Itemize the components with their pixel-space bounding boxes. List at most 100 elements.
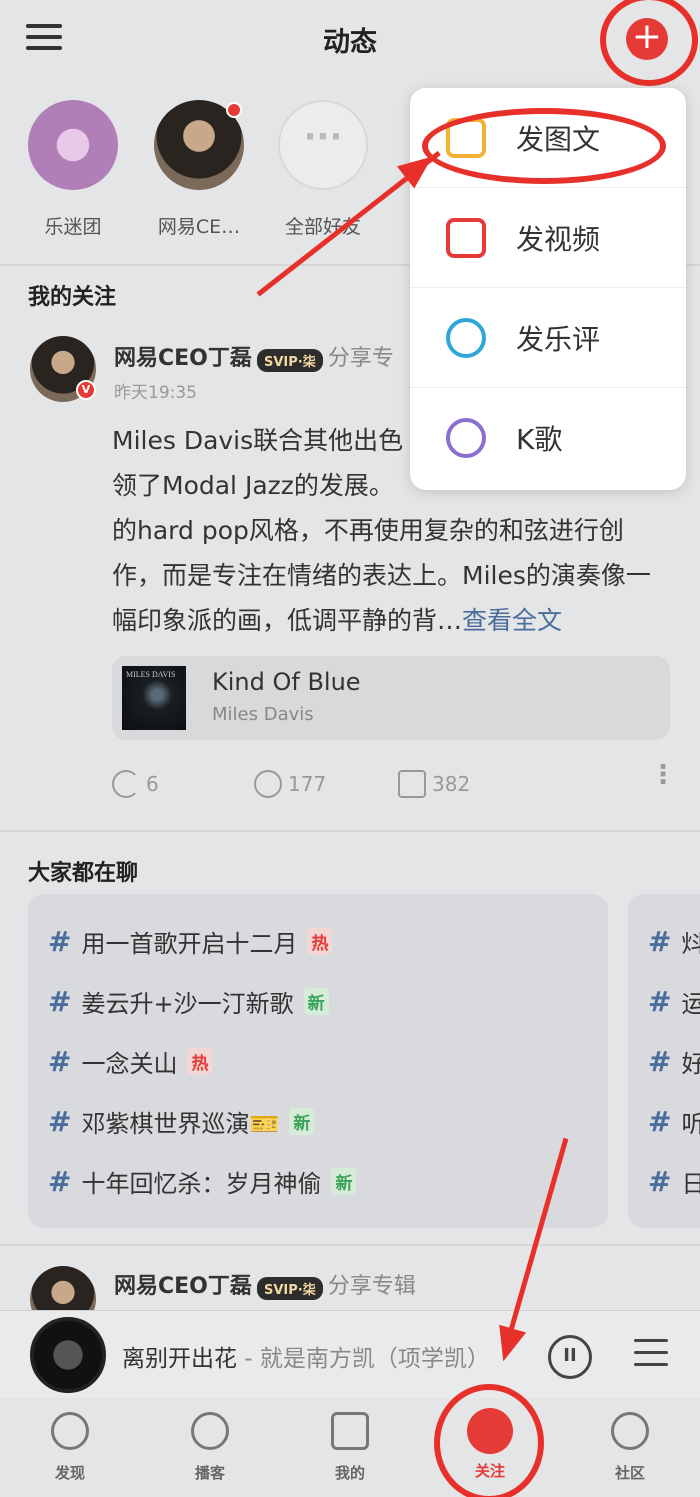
comment-count: 177 (288, 772, 327, 796)
now-playing[interactable]: 离别开出花 - 就是南方凯（项学凯） (122, 1339, 490, 1373)
album-artist: Miles Davis (212, 704, 314, 725)
topic-text: 炓 (681, 930, 700, 958)
hot-badge: 热 (187, 1048, 213, 1075)
community-icon (611, 1412, 649, 1450)
story-all-friends[interactable]: ··· 全部好友 (268, 100, 378, 239)
topic-item: # 日 (648, 1164, 700, 1199)
podcast-icon (191, 1412, 229, 1450)
page-title: 动态 (323, 27, 377, 58)
song-artist: 就是南方凯（项学凯） (259, 1346, 490, 1372)
annotation-circle-image-text (422, 108, 666, 184)
video-icon (446, 217, 486, 258)
topics-title: 大家都在聊 (28, 861, 139, 886)
story-fan-group[interactable]: 乐迷团 (18, 100, 128, 239)
more-dots-icon: ··· (278, 100, 368, 190)
story-ceo[interactable]: 网易CE… (144, 100, 254, 239)
tab-discover[interactable]: 发现 (20, 1412, 120, 1483)
comment-button[interactable]: 177 (254, 770, 326, 798)
topic-text: 好 (681, 1050, 700, 1078)
hashtag-icon: # (648, 985, 672, 1018)
post-action: 分享专 (327, 346, 394, 371)
topic-card-next[interactable]: # 炓 # 运 # 好 # 听 # 日 (628, 894, 700, 1228)
post-stats: 6 177 382 ⋮ (112, 762, 678, 810)
topic-item[interactable]: # 一念关山 热 (48, 1044, 213, 1079)
like-button[interactable]: 382 (398, 770, 470, 798)
topic-item: # 好 (648, 1044, 700, 1079)
album-cover-text: MILES DAVIS (126, 670, 176, 679)
share-icon (112, 770, 140, 798)
post-text-tail: 幅印象派的画，低调平静的背… (112, 606, 463, 635)
hashtag-icon: # (48, 1105, 72, 1138)
menu-item-karaoke[interactable]: K歌 (410, 388, 686, 488)
pause-button[interactable]: II (548, 1335, 592, 1379)
post-text-line: 幅印象派的画，低调平静的背…查看全文 (112, 598, 678, 643)
verified-icon: V (76, 380, 96, 400)
share-button[interactable]: 6 (112, 770, 159, 798)
topic-item: # 运 (648, 984, 700, 1019)
tab-mine[interactable]: 我的 (300, 1412, 400, 1483)
album-card[interactable]: MILES DAVIS Kind Of Blue Miles Davis (112, 656, 670, 740)
pause-icon: II (563, 1345, 577, 1366)
tab-label: 发现 (54, 1464, 85, 1482)
new-badge: 新 (289, 1108, 315, 1135)
hashtag-icon: # (648, 1105, 672, 1138)
album-cover: MILES DAVIS (122, 666, 186, 730)
topic-text: 运 (681, 990, 700, 1018)
username[interactable]: 网易CEO丁磊 (114, 1274, 252, 1299)
menu-item-video[interactable]: 发视频 (410, 188, 686, 288)
hashtag-icon: # (648, 1045, 672, 1078)
tab-bar: 发现 播客 我的 关注 社区 (0, 1398, 700, 1497)
topic-item[interactable]: # 用一首歌开启十二月 热 (48, 924, 333, 959)
tab-community[interactable]: 社区 (580, 1412, 680, 1483)
post-action: 分享专辑 (327, 1274, 416, 1299)
tab-label: 我的 (334, 1464, 365, 1482)
topic-text: 十年回忆杀：岁月神偷 (81, 1170, 322, 1198)
my-follow-title: 我的关注 (28, 285, 117, 310)
hashtag-icon: # (48, 1045, 72, 1078)
music-note-icon (331, 1412, 369, 1450)
discover-icon (51, 1412, 89, 1450)
share-count: 6 (146, 772, 159, 796)
read-more-link[interactable]: 查看全文 (462, 606, 562, 635)
hashtag-icon: # (648, 1165, 672, 1198)
topic-item[interactable]: # 十年回忆杀：岁月神偷 新 (48, 1164, 357, 1199)
heart-icon (28, 100, 118, 190)
topic-text: 听 (681, 1110, 700, 1138)
topic-text: 姜云升+沙一汀新歌 (81, 990, 294, 1018)
divider (0, 830, 700, 832)
header: 动态 + (0, 0, 700, 86)
song-title: 离别开出花 (122, 1346, 237, 1372)
more-vertical-icon[interactable]: ⋮ (650, 762, 676, 788)
new-badge: 新 (303, 988, 329, 1015)
tab-podcast[interactable]: 播客 (160, 1412, 260, 1483)
karaoke-mic-icon (446, 418, 486, 458)
song-separator: - (237, 1346, 260, 1372)
username[interactable]: 网易CEO丁磊 (114, 346, 252, 371)
divider (0, 1244, 700, 1246)
annotation-circle-add (600, 0, 698, 86)
topic-text: 日 (681, 1170, 700, 1198)
post-header: 网易CEO丁磊 SVIP·柒 分享专辑 (114, 1268, 416, 1300)
new-badge: 新 (331, 1168, 357, 1195)
like-count: 382 (432, 772, 471, 796)
avatar (154, 100, 244, 190)
hashtag-icon: # (48, 1165, 72, 1198)
album-title: Kind Of Blue (212, 668, 361, 696)
playlist-icon[interactable] (634, 1339, 668, 1371)
topic-item[interactable]: # 姜云升+沙一汀新歌 新 (48, 984, 329, 1019)
album-disc[interactable] (30, 1317, 106, 1393)
menu-item-comment[interactable]: 发乐评 (410, 288, 686, 388)
unread-dot (226, 102, 242, 118)
mini-player[interactable]: 离别开出花 - 就是南方凯（项学凯） II (0, 1310, 700, 1398)
menu-item-label: 发视频 (516, 222, 601, 256)
topic-text: 邓紫棋世界巡演🎫 (81, 1110, 280, 1138)
tab-label: 社区 (614, 1464, 645, 1482)
post-text-line: 作，而是专注在情绪的表达上。Miles的演奏像一 (112, 561, 651, 590)
vip-badge: SVIP·柒 (256, 1277, 323, 1300)
hashtag-icon: # (48, 985, 72, 1018)
topic-text: 用一首歌开启十二月 (81, 930, 298, 958)
hashtag-icon: # (48, 925, 72, 958)
topic-item[interactable]: # 邓紫棋世界巡演🎫 新 (48, 1104, 315, 1139)
post-time: 昨天19:35 (114, 383, 197, 403)
menu-item-label: 发乐评 (516, 322, 601, 356)
